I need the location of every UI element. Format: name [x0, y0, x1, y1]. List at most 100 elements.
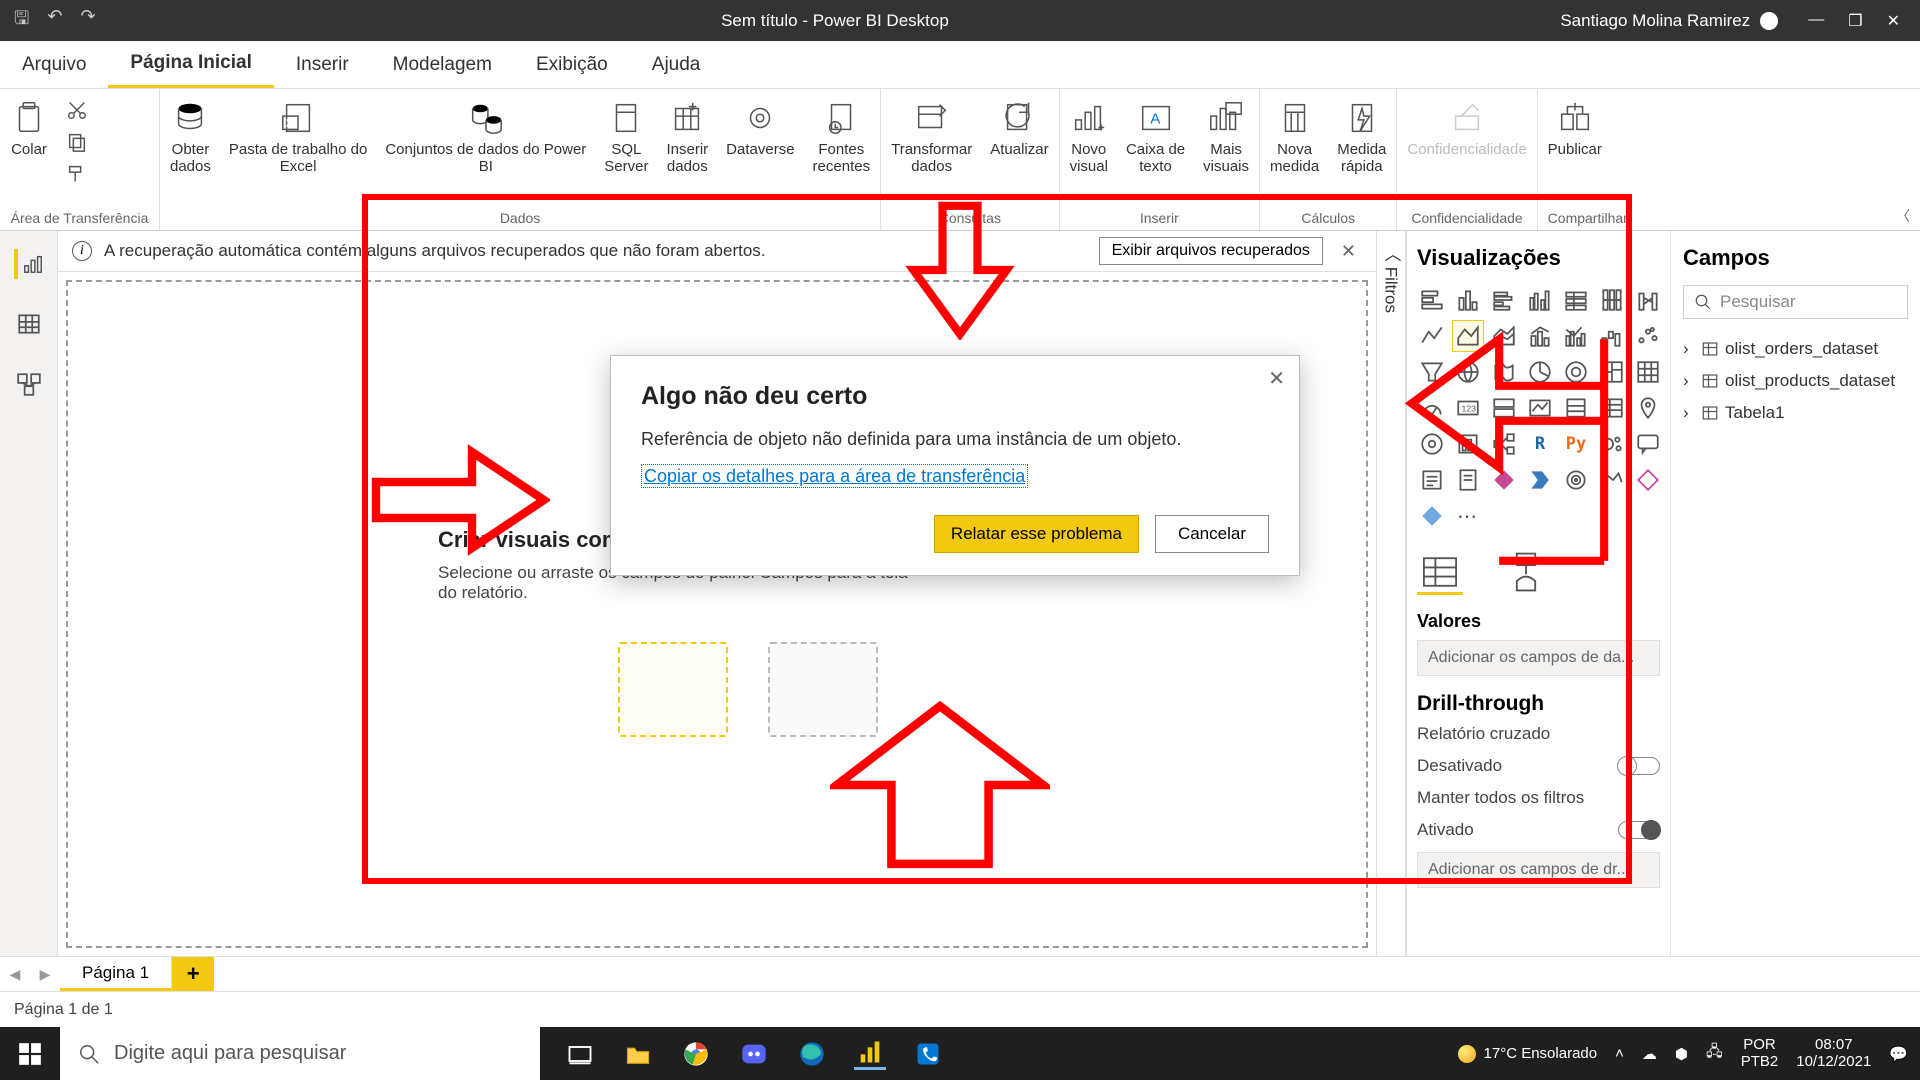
python-visual-icon[interactable]: Py [1561, 429, 1591, 459]
format-tab-icon[interactable] [1503, 549, 1549, 595]
discord-icon[interactable] [738, 1038, 770, 1070]
table-icon[interactable] [1597, 393, 1627, 423]
report-problem-button[interactable]: Relatar esse problema [934, 515, 1139, 553]
fields-search-input[interactable]: Pesquisar [1683, 285, 1908, 319]
taskbar-search-input[interactable]: Digite aqui para pesquisar [60, 1027, 540, 1080]
security-icon[interactable]: ⬢ [1675, 1045, 1688, 1063]
get-more-visuals-icon[interactable] [1633, 465, 1663, 495]
clock[interactable]: 08:0710/12/2021 [1796, 1037, 1871, 1070]
close-button[interactable]: ✕ [1887, 11, 1900, 31]
pagetab-next-icon[interactable]: ▶ [30, 957, 60, 991]
page-tab-pagina1[interactable]: Página 1 [60, 957, 172, 991]
tab-arquivo[interactable]: Arquivo [0, 41, 108, 88]
show-recovered-files-button[interactable]: Exibir arquivos recuperados [1099, 237, 1323, 265]
qat-undo-icon[interactable]: ↶ [47, 6, 62, 36]
new-measure-button[interactable]: Nova medida [1270, 99, 1319, 176]
cut-icon[interactable] [66, 99, 88, 121]
paste-button[interactable]: Colar [10, 99, 48, 158]
drill-field-well[interactable]: Adicionar os campos de dr... [1417, 852, 1660, 888]
enter-data-button[interactable]: Inserir dados [666, 99, 708, 176]
stacked-area-icon[interactable] [1489, 321, 1519, 351]
get-data-button[interactable]: Obter dados [170, 99, 211, 176]
pbi-visual-icon[interactable] [1453, 429, 1483, 459]
filters-pane-handle[interactable]: 〈 Filtros [1376, 231, 1406, 956]
add-page-button[interactable]: + [172, 957, 214, 991]
task-view-icon[interactable] [564, 1038, 596, 1070]
fields-tab-icon[interactable] [1417, 549, 1463, 595]
matrix-icon[interactable] [1633, 357, 1663, 387]
line-stacked-col-icon[interactable] [1525, 321, 1555, 351]
tab-exibicao[interactable]: Exibição [514, 41, 630, 88]
key-influencers-icon[interactable] [1597, 429, 1627, 459]
phone-app-icon[interactable] [912, 1038, 944, 1070]
qat-redo-icon[interactable]: ↷ [80, 6, 95, 36]
hundred-column-icon[interactable] [1597, 285, 1627, 315]
sparkline-icon[interactable] [1597, 465, 1627, 495]
publish-button[interactable]: Publicar [1548, 99, 1602, 158]
copy-details-link[interactable]: Copiar os detalhes para a área de transf… [641, 464, 1028, 488]
quick-measure-button[interactable]: Medida rápida [1337, 99, 1386, 176]
report-view-button[interactable] [14, 249, 44, 279]
weather-widget[interactable]: 17°C Ensolarado [1458, 1045, 1598, 1063]
filled-map-icon[interactable] [1489, 357, 1519, 387]
more-options-icon[interactable]: ⋯ [1453, 501, 1483, 531]
smart-narrative-icon[interactable] [1417, 465, 1447, 495]
multi-card-icon[interactable] [1489, 393, 1519, 423]
dialog-close-icon[interactable]: ✕ [1268, 366, 1285, 391]
data-view-button[interactable] [14, 309, 44, 339]
power-apps-icon[interactable] [1489, 465, 1519, 495]
tab-pagina-inicial[interactable]: Página Inicial [108, 41, 273, 88]
start-button[interactable] [0, 1041, 60, 1067]
r-visual-icon[interactable]: R [1525, 429, 1555, 459]
decomposition-icon[interactable] [1489, 429, 1519, 459]
table-row[interactable]: ›olist_products_dataset [1683, 365, 1908, 397]
azure-map-icon[interactable] [1633, 393, 1663, 423]
power-automate-icon[interactable] [1525, 465, 1555, 495]
qna-icon[interactable] [1633, 429, 1663, 459]
qat-save-icon[interactable]: 🖫 [14, 6, 29, 36]
stacked-column-icon[interactable] [1453, 285, 1483, 315]
area-chart-icon[interactable] [1453, 321, 1483, 351]
tab-inserir[interactable]: Inserir [274, 41, 371, 88]
dataverse-button[interactable]: Dataverse [726, 99, 794, 158]
file-explorer-icon[interactable] [622, 1038, 654, 1070]
table-row[interactable]: ›Tabela1 [1683, 397, 1908, 429]
tab-ajuda[interactable]: Ajuda [630, 41, 723, 88]
collapse-ribbon-icon[interactable]: 〈 [1896, 206, 1910, 226]
user-account[interactable]: Santiago Molina Ramirez [1560, 11, 1788, 31]
table-row[interactable]: ›olist_orders_dataset [1683, 333, 1908, 365]
stacked-bar-icon[interactable] [1417, 285, 1447, 315]
refresh-button[interactable]: Atualizar [990, 99, 1048, 158]
line-clustered-col-icon[interactable] [1561, 321, 1591, 351]
new-visual-button[interactable]: Novo visual [1070, 99, 1108, 176]
donut-icon[interactable] [1561, 357, 1591, 387]
waterfall-icon[interactable] [1597, 321, 1627, 351]
excel-button[interactable]: XPasta de trabalho do Excel [229, 99, 367, 176]
maximize-button[interactable]: ❐ [1848, 11, 1862, 31]
copy-icon[interactable] [66, 131, 88, 153]
kpi-icon[interactable] [1525, 393, 1555, 423]
line-chart-icon[interactable] [1417, 321, 1447, 351]
custom-visual-icon[interactable] [1417, 501, 1447, 531]
goals-icon[interactable] [1561, 465, 1591, 495]
powerbi-taskbar-icon[interactable] [854, 1038, 886, 1070]
pbi-datasets-button[interactable]: Conjuntos de dados do Power BI [385, 99, 586, 176]
keep-filters-toggle[interactable] [1618, 821, 1660, 839]
model-view-button[interactable] [14, 369, 44, 399]
clustered-bar-icon[interactable] [1489, 285, 1519, 315]
map-icon[interactable] [1453, 357, 1483, 387]
language-indicator[interactable]: PORPTB2 [1741, 1037, 1779, 1070]
slicer-icon[interactable] [1561, 393, 1591, 423]
ribbon-chart-icon[interactable] [1633, 285, 1663, 315]
hundred-bar-icon[interactable] [1561, 285, 1591, 315]
cancel-button[interactable]: Cancelar [1155, 515, 1269, 553]
funnel-icon[interactable] [1417, 357, 1447, 387]
notifications-icon[interactable]: 💬 [1889, 1045, 1908, 1063]
card-icon[interactable]: 123 [1453, 393, 1483, 423]
treemap-icon[interactable] [1597, 357, 1627, 387]
network-icon[interactable]: 🖧 [1706, 1041, 1723, 1066]
chrome-icon[interactable] [680, 1038, 712, 1070]
clustered-column-icon[interactable] [1525, 285, 1555, 315]
transform-data-button[interactable]: Transformar dados [891, 99, 972, 176]
pagetab-prev-icon[interactable]: ◀ [0, 957, 30, 991]
